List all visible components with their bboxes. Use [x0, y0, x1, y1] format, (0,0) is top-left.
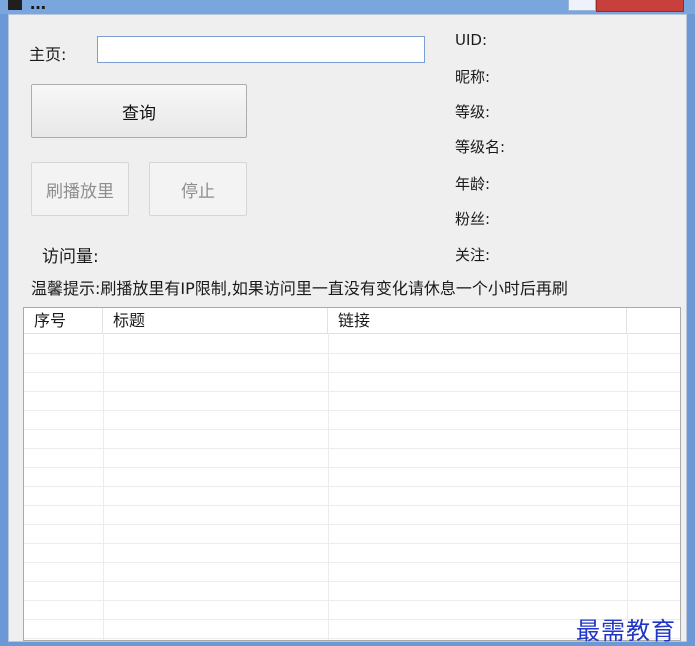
window-title: … — [30, 0, 46, 13]
column-header-link[interactable]: 链接 — [328, 308, 627, 333]
table-row — [24, 448, 680, 449]
table-row — [24, 391, 680, 392]
uid-label: UID: — [455, 31, 488, 49]
tip-text: 温馨提示:刷播放里有IP限制,如果访问里一直没有变化请休息一个小时后再刷 — [31, 279, 568, 298]
stop-button-label: 停止 — [181, 181, 215, 202]
column-header-index[interactable]: 序号 — [24, 308, 103, 333]
main-panel: 主页: 查询 刷播放里 停止 访问量: UID: 昵称: 等级: 等级名: 年龄… — [8, 14, 687, 645]
app-icon — [8, 0, 22, 10]
close-button[interactable] — [596, 0, 684, 12]
fans-label: 粉丝: — [455, 210, 491, 228]
table-row — [24, 410, 680, 411]
table-row — [24, 467, 680, 468]
nickname-label: 昵称: — [455, 68, 491, 86]
homepage-input[interactable] — [97, 36, 425, 63]
title-bar: … — [0, 0, 695, 14]
query-button-label: 查询 — [122, 103, 156, 124]
table-header: 序号 标题 链接 — [24, 308, 680, 334]
table-row — [24, 372, 680, 373]
table-row — [24, 486, 680, 487]
minimize-button[interactable] — [568, 0, 596, 11]
table-row — [24, 581, 680, 582]
visits-label: 访问量: — [42, 247, 99, 267]
watermark-text: 最需教育 — [576, 617, 676, 645]
table-row — [24, 505, 680, 506]
results-table[interactable]: 序号 标题 链接 — [23, 307, 681, 641]
table-row — [24, 524, 680, 525]
table-row — [24, 562, 680, 563]
table-row — [24, 543, 680, 544]
level-name-label: 等级名: — [455, 138, 506, 156]
level-label: 等级: — [455, 103, 491, 121]
brush-plays-button-label: 刷播放里 — [46, 181, 114, 202]
table-row — [24, 353, 680, 354]
table-row — [24, 600, 680, 601]
age-label: 年龄: — [455, 175, 491, 193]
table-row — [24, 429, 680, 430]
column-header-title[interactable]: 标题 — [103, 308, 328, 333]
column-header-extra[interactable] — [627, 308, 680, 333]
follow-label: 关注: — [455, 246, 491, 264]
query-button[interactable]: 查询 — [31, 84, 247, 138]
homepage-label: 主页: — [29, 45, 67, 64]
stop-button[interactable]: 停止 — [149, 162, 247, 216]
brush-plays-button[interactable]: 刷播放里 — [31, 162, 129, 216]
